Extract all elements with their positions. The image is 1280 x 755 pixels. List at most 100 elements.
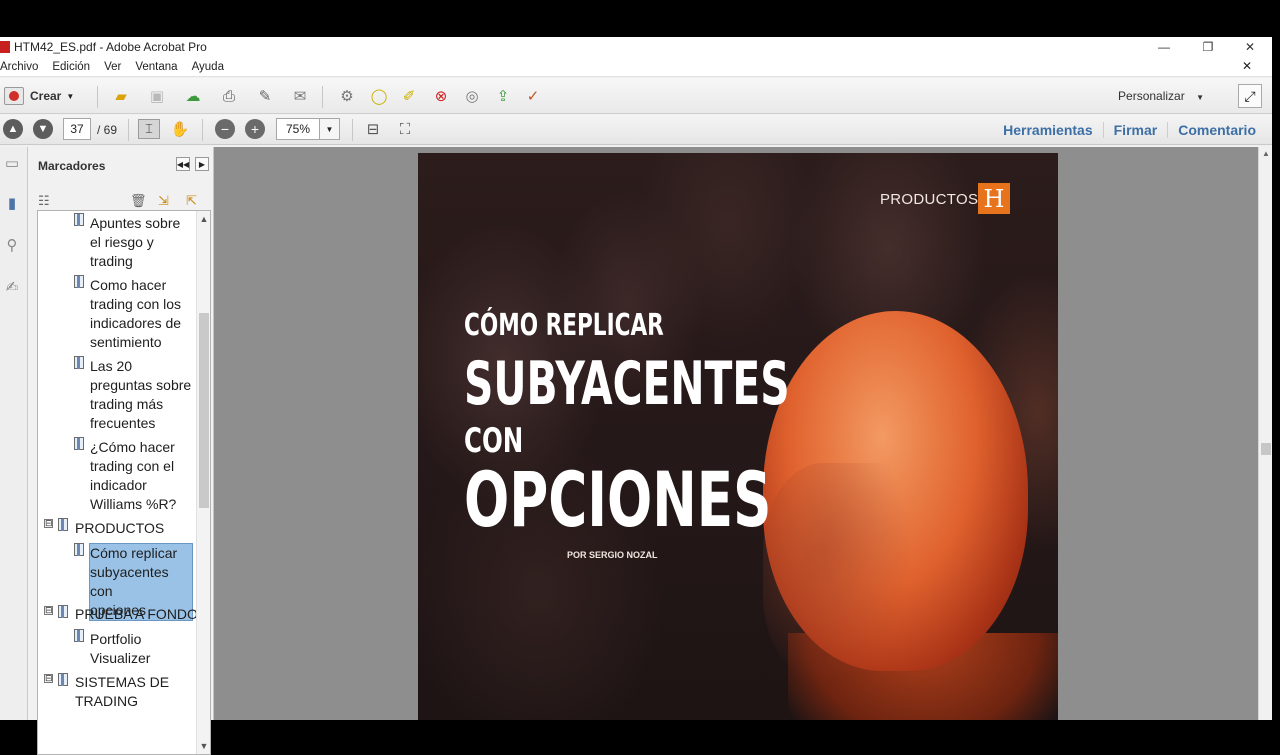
bookmark-label: trading con el [90,458,175,474]
bookmark-item[interactable]: PRODUCTOS [75,519,164,538]
menu-ayuda[interactable]: Ayuda [192,61,224,73]
chevron-down-icon: ▼ [66,91,75,101]
settings-icon[interactable]: ⚙ [336,86,358,106]
scroll-down-icon[interactable]: ▼ [199,741,209,751]
customize-dropdown[interactable]: Personalizar ▼ [1118,89,1204,103]
pdf-page: PRODUCTOS H CÓMO REPLICAR SUBYACENTES CO… [418,153,1058,720]
fit-width-icon[interactable]: ⛶ [394,119,416,139]
menu-ver[interactable]: Ver [104,61,121,73]
menu-edicion[interactable]: Edición [52,61,90,73]
bookmark-item[interactable]: Como hacer trading con los indicadores d… [90,276,200,352]
bookmark-label: Visualizer [90,650,151,666]
bookmark-item[interactable]: Portfolio Visualizer [90,630,200,668]
print-icon[interactable]: ⎙ [218,86,240,106]
acrobat-window: HTM42_ES.pdf - Adobe Acrobat Pro — ❐ ✕ A… [0,37,1280,755]
tab-firmar[interactable]: Firmar [1102,122,1168,138]
fit-page-icon[interactable]: ⊟ [362,119,384,139]
cover-title-line2: SUBYACENTES [464,349,790,419]
bookmark-item[interactable]: Las 20 preguntas sobre trading más frecu… [90,357,200,433]
zoom-in-icon[interactable]: + [245,119,265,139]
bookmark-item[interactable]: PRUEBA A FONDO [75,605,198,624]
bookmarks-scrollbar[interactable]: ▲ ▼ [196,211,210,754]
previous-page-icon[interactable]: ▲ [3,119,23,139]
tab-herramientas[interactable]: Herramientas [993,122,1103,138]
highlight-icon[interactable]: ✐ [398,86,420,106]
collapse-toggle-icon[interactable]: ⊟ [44,606,53,615]
zoom-input[interactable]: 75% [276,118,320,140]
scroll-thumb[interactable] [199,313,209,508]
task-panes: Herramientas Firmar Comentario [993,115,1266,145]
bookmark-label: Portfolio [90,631,142,647]
edit-icon[interactable]: ✎ [254,86,276,106]
cover-photo-face [763,463,913,683]
bookmark-label: sentimiento [90,334,162,350]
scroll-thumb[interactable] [1261,443,1271,455]
menu-bar: Archivo Edición Ver Ventana Ayuda ✕ [0,57,1272,77]
scroll-up-icon[interactable]: ▲ [1261,149,1271,158]
collapse-toggle-icon[interactable]: ⊟ [44,519,53,528]
expand-bookmark-icon[interactable]: ⇱ [186,193,197,209]
new-bookmark-icon[interactable]: ⇲ [158,193,169,209]
document-scrollbar[interactable]: ▲ [1258,147,1272,720]
bookmark-item[interactable]: ¿Cómo hacer trading con el indicador Wil… [90,438,200,514]
bookmark-icon [74,629,84,642]
close-document-icon[interactable]: ✕ [1242,59,1252,73]
delete-pdf-icon[interactable]: ⊗ [430,86,452,106]
attachments-icon[interactable]: ⚲ [2,235,22,255]
form-icon[interactable]: ✓ [522,86,544,106]
page-total: / 69 [97,123,118,137]
document-view[interactable]: PRODUCTOS H CÓMO REPLICAR SUBYACENTES CO… [214,147,1258,720]
security-icon[interactable]: ◎ [461,86,483,106]
open-folder-icon[interactable]: ▰ [110,86,132,106]
close-button[interactable]: ✕ [1228,37,1272,57]
bookmark-label: TRADING [75,693,138,709]
bookmark-label: trading [90,253,133,269]
restore-button[interactable]: ❐ [1186,37,1230,57]
bookmark-label: PRUEBA A FONDO [75,606,198,622]
bookmark-label: trading con los [90,296,182,312]
chevron-down-icon[interactable]: ▼ [320,118,340,140]
bookmark-label: Como hacer [90,277,167,293]
divider [202,119,203,141]
zoom-out-icon[interactable]: − [215,119,235,139]
navigation-toolbar: ▲ ▼ 37 / 69 ⌶ ✋ − + 75% ▼ ⊟ ⛶ Herramient… [0,115,1272,145]
page-thumbnails-icon[interactable]: ▭ [2,153,22,173]
page-number-input[interactable]: 37 [63,118,91,140]
panel-menu-icon[interactable]: ▶ [195,157,209,171]
collapse-panel-icon[interactable]: ◀◀ [176,157,190,171]
signatures-icon[interactable]: ✍ [2,277,22,297]
save-icon[interactable]: ▣ [146,86,168,106]
bookmark-label: PRODUCTOS [75,520,165,536]
bookmark-item[interactable]: Apuntes sobre el riesgo y trading [90,214,200,271]
menu-archivo[interactable]: Archivo [0,61,38,73]
bookmark-icon [58,518,68,531]
bookmark-options-icon[interactable]: ☷ [38,193,50,209]
bookmark-icon [74,356,84,369]
email-icon[interactable]: ✉ [289,86,311,106]
tab-comentario[interactable]: Comentario [1167,122,1266,138]
collapse-toggle-icon[interactable]: ⊟ [44,674,53,683]
bookmarks-icon[interactable]: ▮ [2,193,22,213]
create-button[interactable]: Crear ▼ [4,86,74,106]
section-label: PRODUCTOS [880,191,979,208]
cloud-upload-icon[interactable]: ☁ [182,86,204,106]
hand-tool-icon[interactable]: ✋ [169,119,191,139]
scroll-up-icon[interactable]: ▲ [199,214,209,224]
select-tool-icon[interactable]: ⌶ [138,119,160,139]
menu-ventana[interactable]: Ventana [135,61,177,73]
minimize-button[interactable]: — [1142,37,1186,57]
comment-icon[interactable]: ◯ [368,86,390,106]
divider [97,86,98,108]
export-icon[interactable]: ⇪ [492,86,514,106]
next-page-icon[interactable]: ▼ [33,119,53,139]
bookmark-icon [74,437,84,450]
fullscreen-icon[interactable]: ⤢ [1238,84,1262,108]
main-toolbar: Crear ▼ ▰ ▣ ☁ ⎙ ✎ ✉ ⚙ ◯ ✐ ⊗ ◎ ⇪ ✓ Person… [0,78,1272,114]
bookmark-item[interactable]: SISTEMAS DE TRADING [75,673,169,711]
brand-logo: H [978,183,1010,214]
bookmark-label: Apuntes sobre [90,215,181,231]
author-byline: POR SERGIO NOZAL [567,550,658,560]
acrobat-app-icon [0,41,10,53]
trash-icon[interactable]: 🗑 [130,193,147,209]
bookmarks-tree: Apuntes sobre el riesgo y trading Como h… [37,210,211,755]
